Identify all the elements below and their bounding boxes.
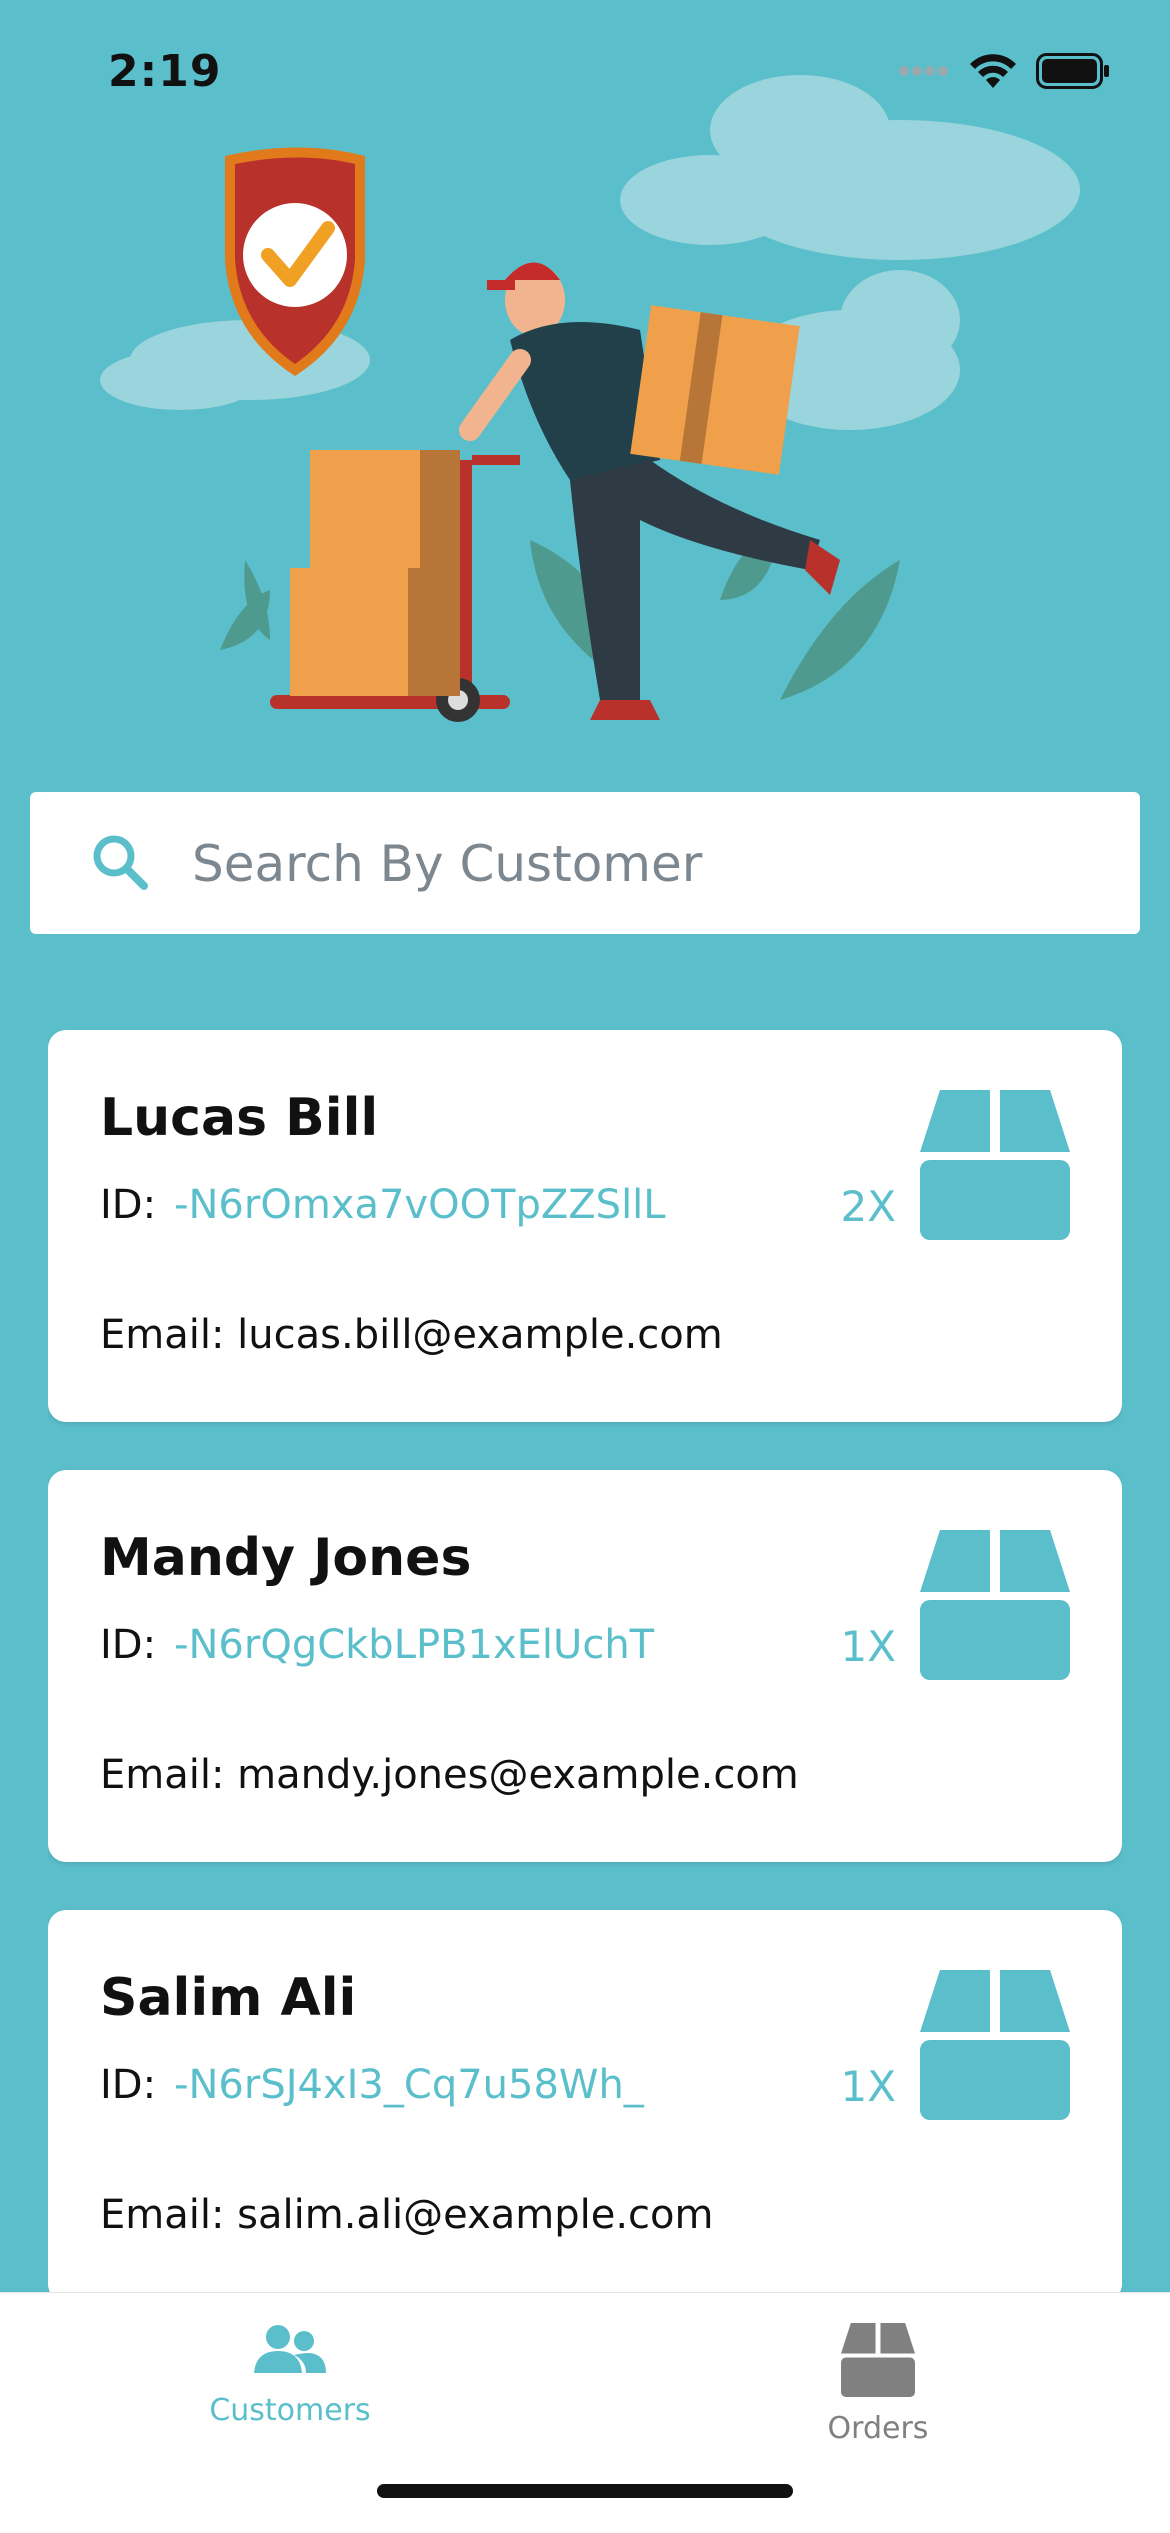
search-icon: [93, 835, 148, 890]
tab-customers-label: Customers: [209, 2393, 371, 2428]
customer-card[interactable]: Mandy Jones ID: -N6rQgCkbLPB1xElUchT 1X E…: [48, 1470, 1122, 1862]
tab-bar: Customers Orders: [0, 2292, 1170, 2533]
home-indicator[interactable]: [377, 2484, 793, 2498]
customer-email-row: Email: salim.ali@example.com: [100, 2192, 713, 2238]
customer-list[interactable]: Lucas Bill ID: -N6rOmxa7vOOTpZZSllL 2X Em…: [48, 1030, 1122, 2292]
customer-email: salim.ali@example.com: [237, 2192, 714, 2238]
order-count: 2X: [840, 1182, 897, 1231]
customer-id: -N6rQgCkbLPB1xElUchT: [174, 1622, 655, 1668]
box-icon: [920, 1090, 1070, 1240]
customer-id-row: ID: -N6rSJ4xI3_Cq7u58Wh_: [100, 2062, 644, 2108]
id-label: ID:: [100, 1182, 157, 1228]
search-input[interactable]: [190, 822, 1094, 906]
customer-email: mandy.jones@example.com: [237, 1752, 799, 1798]
id-label: ID:: [100, 1622, 157, 1668]
customer-id-row: ID: -N6rOmxa7vOOTpZZSllL: [100, 1182, 666, 1228]
customer-card[interactable]: Lucas Bill ID: -N6rOmxa7vOOTpZZSllL 2X Em…: [48, 1030, 1122, 1422]
order-count: 1X: [840, 2062, 897, 2111]
tab-orders-label: Orders: [827, 2411, 929, 2446]
customer-card[interactable]: Salim Ali ID: -N6rSJ4xI3_Cq7u58Wh_ 1X Ema…: [48, 1910, 1122, 2292]
box-icon: [920, 1970, 1070, 2120]
customer-email: lucas.bill@example.com: [237, 1312, 723, 1358]
customer-id-row: ID: -N6rQgCkbLPB1xElUchT: [100, 1622, 654, 1668]
customer-id: -N6rOmxa7vOOTpZZSllL: [174, 1182, 666, 1228]
box-icon: [841, 2323, 915, 2397]
tab-customers[interactable]: Customers: [140, 2323, 440, 2463]
customer-id: -N6rSJ4xI3_Cq7u58Wh_: [174, 2062, 644, 2108]
customer-email-row: Email: lucas.bill@example.com: [100, 1312, 723, 1358]
order-count: 1X: [840, 1622, 897, 1671]
id-label: ID:: [100, 2062, 157, 2108]
customer-email-row: Email: mandy.jones@example.com: [100, 1752, 799, 1798]
tab-orders[interactable]: Orders: [728, 2323, 1028, 2463]
hero-delivery-illustration: [100, 75, 1080, 722]
customer-name: Salim Ali: [100, 1968, 357, 2028]
search-bar[interactable]: [30, 792, 1140, 934]
users-icon: [254, 2325, 326, 2373]
box-icon: [920, 1530, 1070, 1680]
customer-name: Lucas Bill: [100, 1088, 379, 1148]
email-label: Email:: [100, 1312, 225, 1358]
email-label: Email:: [100, 2192, 225, 2238]
email-label: Email:: [100, 1752, 225, 1798]
customer-name: Mandy Jones: [100, 1528, 472, 1588]
